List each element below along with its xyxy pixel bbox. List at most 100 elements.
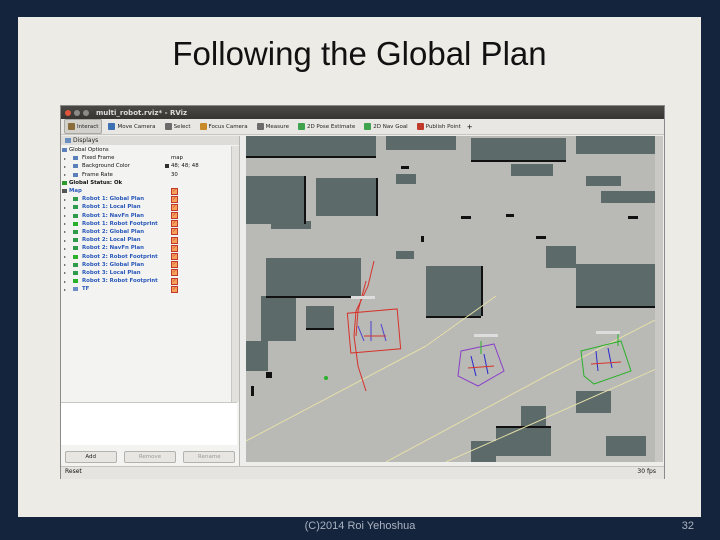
expand-arrow-icon[interactable]: ▸ xyxy=(64,287,66,292)
display-item[interactable]: ▸ Robot 1: Global Plan ✓ xyxy=(61,195,231,203)
page-number: 32 xyxy=(681,520,694,532)
enabled-checkbox[interactable]: ✓ xyxy=(171,228,178,236)
display-type-icon xyxy=(73,262,78,267)
rename-button[interactable]: Rename xyxy=(183,451,236,463)
display-item[interactable]: ▸ Robot 2: Global Plan ✓ xyxy=(61,228,231,236)
add-tool-icon[interactable]: + xyxy=(467,123,473,131)
slide: Following the Global Plan multi_robot.rv… xyxy=(18,17,701,517)
tool-move-camera[interactable]: Move Camera xyxy=(105,120,158,133)
expand-arrow-icon[interactable]: ▸ xyxy=(64,221,66,226)
display-type-icon xyxy=(62,189,67,194)
display-type-icon xyxy=(73,156,78,161)
enabled-checkbox[interactable]: ✓ xyxy=(171,277,178,285)
slide-title: Following the Global Plan xyxy=(172,35,547,72)
enabled-checkbox[interactable]: ✓ xyxy=(171,253,178,261)
tool-publish-point[interactable]: Publish Point xyxy=(414,120,464,133)
display-type-icon xyxy=(73,172,78,177)
tool-label: 2D Nav Goal xyxy=(373,123,408,130)
display-item-value[interactable]: 30 xyxy=(171,172,178,178)
enabled-checkbox[interactable]: ✓ xyxy=(171,220,178,228)
display-item[interactable]: ▸ Robot 3: Local Plan ✓ xyxy=(61,269,231,277)
expand-arrow-icon[interactable]: ▸ xyxy=(64,205,66,210)
display-item[interactable]: ▸ Robot 2: NavFn Plan ✓ xyxy=(61,244,231,252)
maximize-icon[interactable] xyxy=(83,109,89,116)
display-item-label: Robot 2: Local Plan xyxy=(82,237,141,244)
display-item[interactable]: ▸ Robot 3: Robot Footprint ✓ xyxy=(61,277,231,285)
expand-arrow-icon[interactable]: ▸ xyxy=(64,156,66,161)
enabled-checkbox[interactable]: ✓ xyxy=(171,285,178,293)
expand-arrow-icon[interactable]: ▸ xyxy=(64,213,66,218)
display-item[interactable]: ▸Global Status: Ok xyxy=(61,179,231,187)
expand-arrow-icon[interactable]: ▸ xyxy=(64,229,66,234)
display-item[interactable]: ▸ Robot 2: Robot Footprint ✓ xyxy=(61,252,231,261)
expand-arrow-icon[interactable]: ▸ xyxy=(64,279,66,284)
goal-marker xyxy=(324,376,328,380)
tool-label: Publish Point xyxy=(425,123,461,130)
3d-viewport[interactable] xyxy=(246,136,663,462)
enabled-checkbox[interactable]: ✓ xyxy=(171,203,178,211)
rviz-window: multi_robot.rviz* - RViz Interact Move Ca… xyxy=(60,105,665,479)
focus-camera-icon xyxy=(199,123,207,130)
nav-goal-icon xyxy=(364,123,372,130)
display-item-value[interactable]: 48; 48; 48 xyxy=(171,163,199,169)
enabled-checkbox[interactable]: ✓ xyxy=(171,187,178,195)
tool-2d-pose-estimate[interactable]: 2D Pose Estimate xyxy=(295,120,358,133)
window-titlebar: multi_robot.rviz* - RViz xyxy=(61,106,664,119)
expand-arrow-icon[interactable]: ▸ xyxy=(64,164,66,169)
display-item-label: Background Color xyxy=(82,163,130,170)
display-item[interactable]: ▸ Robot 1: NavFn Plan ✓ xyxy=(61,212,231,220)
display-item[interactable]: ▸ Frame Rate 30 xyxy=(61,171,231,179)
display-item[interactable]: ▸Global Options xyxy=(61,146,231,154)
display-item-label: Robot 3: Global Plan xyxy=(82,261,145,268)
display-type-icon xyxy=(73,279,78,284)
display-item[interactable]: ▸ Robot 1: Robot Footprint ✓ xyxy=(61,220,231,228)
expand-arrow-icon[interactable]: ▸ xyxy=(64,172,66,177)
enabled-checkbox[interactable]: ✓ xyxy=(171,195,178,203)
display-item[interactable]: ▸ Robot 3: Global Plan ✓ xyxy=(61,261,231,269)
enabled-checkbox[interactable]: ✓ xyxy=(171,212,178,220)
expand-arrow-icon[interactable]: ▸ xyxy=(64,197,66,202)
expand-arrow-icon[interactable]: ▸ xyxy=(64,262,66,267)
tool-label: Move Camera xyxy=(117,123,156,130)
footer-copyright: (C)2014 Roi Yehoshua xyxy=(304,520,416,532)
display-item-value[interactable]: map xyxy=(171,155,183,161)
add-button[interactable]: Add xyxy=(64,451,117,463)
tool-label: Select xyxy=(173,123,191,130)
tool-focus-camera[interactable]: Focus Camera xyxy=(197,120,251,133)
select-icon xyxy=(164,123,172,130)
displays-buttons: Add Remove Rename xyxy=(61,451,239,463)
reset-button[interactable]: Reset xyxy=(65,468,82,475)
enabled-checkbox[interactable]: ✓ xyxy=(171,244,178,252)
display-item[interactable]: ▸ Robot 1: Local Plan ✓ xyxy=(61,203,231,211)
expand-arrow-icon[interactable]: ▸ xyxy=(64,270,66,275)
display-type-icon xyxy=(73,229,78,234)
displays-panel: Displays ▸Global Options▸Fixed Framemap▸… xyxy=(61,136,240,466)
display-type-icon xyxy=(73,205,78,210)
tool-interact[interactable]: Interact xyxy=(64,119,103,134)
enabled-checkbox[interactable]: ✓ xyxy=(171,236,178,244)
display-item[interactable]: ▸ Robot 2: Local Plan ✓ xyxy=(61,236,231,244)
display-item[interactable]: ▸ Background Color 48; 48; 48 xyxy=(61,162,231,170)
tool-select[interactable]: Select xyxy=(162,120,194,133)
enabled-checkbox[interactable]: ✓ xyxy=(171,261,178,269)
fps-readout: 30 fps xyxy=(637,468,656,475)
color-swatch xyxy=(165,164,169,169)
minimize-icon[interactable] xyxy=(74,109,80,116)
displays-scrollbar[interactable] xyxy=(231,146,239,402)
remove-button[interactable]: Remove xyxy=(123,451,176,463)
tool-measure[interactable]: Measure xyxy=(254,120,292,133)
toolbar: Interact Move Camera Select Focus Camera Mea… xyxy=(61,119,664,135)
display-item[interactable]: ▸ Fixed Frame map xyxy=(61,154,231,162)
display-item-label: Robot 1: NavFn Plan xyxy=(82,212,144,219)
expand-arrow-icon[interactable]: ▸ xyxy=(64,238,66,243)
displays-icon xyxy=(65,138,71,143)
expand-arrow-icon[interactable]: ▸ xyxy=(64,246,66,251)
enabled-checkbox[interactable]: ✓ xyxy=(171,269,178,277)
display-item[interactable]: ▸Map✓ xyxy=(61,187,231,195)
close-icon[interactable] xyxy=(65,109,71,116)
tool-2d-nav-goal[interactable]: 2D Nav Goal xyxy=(361,120,411,133)
display-item[interactable]: ▸ TF ✓ xyxy=(61,285,231,293)
move-camera-icon xyxy=(108,123,116,130)
expand-arrow-icon[interactable]: ▸ xyxy=(64,254,66,259)
display-type-icon xyxy=(73,221,78,226)
